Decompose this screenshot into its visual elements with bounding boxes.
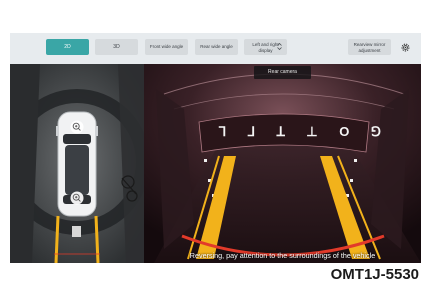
left-right-display-label-2: display [258,47,273,53]
front-wide-angle-button[interactable]: Front wide angle [145,39,188,55]
view-3d-button[interactable]: 3D [95,39,138,55]
bev-guide-right [94,215,100,263]
mirror-adjustment-label-1: Rearview mirror [353,42,386,47]
rear-camera-pane[interactable]: ꓶ ⅃ ꓕ ⊥ O ⅁ Rear camera Reversing, pay a… [144,64,421,263]
figure-reference: OMT1J-5530 [330,266,419,283]
reversing-warning-text: Reversing, pay attention to the surround… [189,251,376,260]
settings-button[interactable] [398,39,412,55]
gear-icon [401,43,409,51]
rear-camera-label: Rear camera [254,66,311,79]
tailgate-lettering: ꓶ ⅃ ꓕ ⊥ O ⅁ [218,124,390,139]
updown-arrow-icon [277,42,282,50]
birds-eye-view-pane[interactable] [10,64,144,263]
view-2d-button[interactable]: 2D [46,39,89,55]
mirror-adjustment-label-2: adjustment [358,47,381,53]
rear-wide-angle-button[interactable]: Rear wide angle [195,39,238,55]
zoom-in-icon[interactable] [70,120,84,134]
left-right-display-button[interactable]: Left and right display [244,39,287,55]
zoom-in-icon[interactable] [70,191,84,205]
parking-camera-screen: 2D 3D Front wide angle Rear wide angle L… [10,33,421,263]
bev-guide-left [54,215,60,263]
rearview-mirror-adjustment-button[interactable]: Rearview mirror adjustment [348,39,391,55]
rear-obstacle [72,226,81,237]
tailgate-lettering-text: ꓶ ⅃ ꓕ ⊥ O ⅁ [218,124,390,139]
